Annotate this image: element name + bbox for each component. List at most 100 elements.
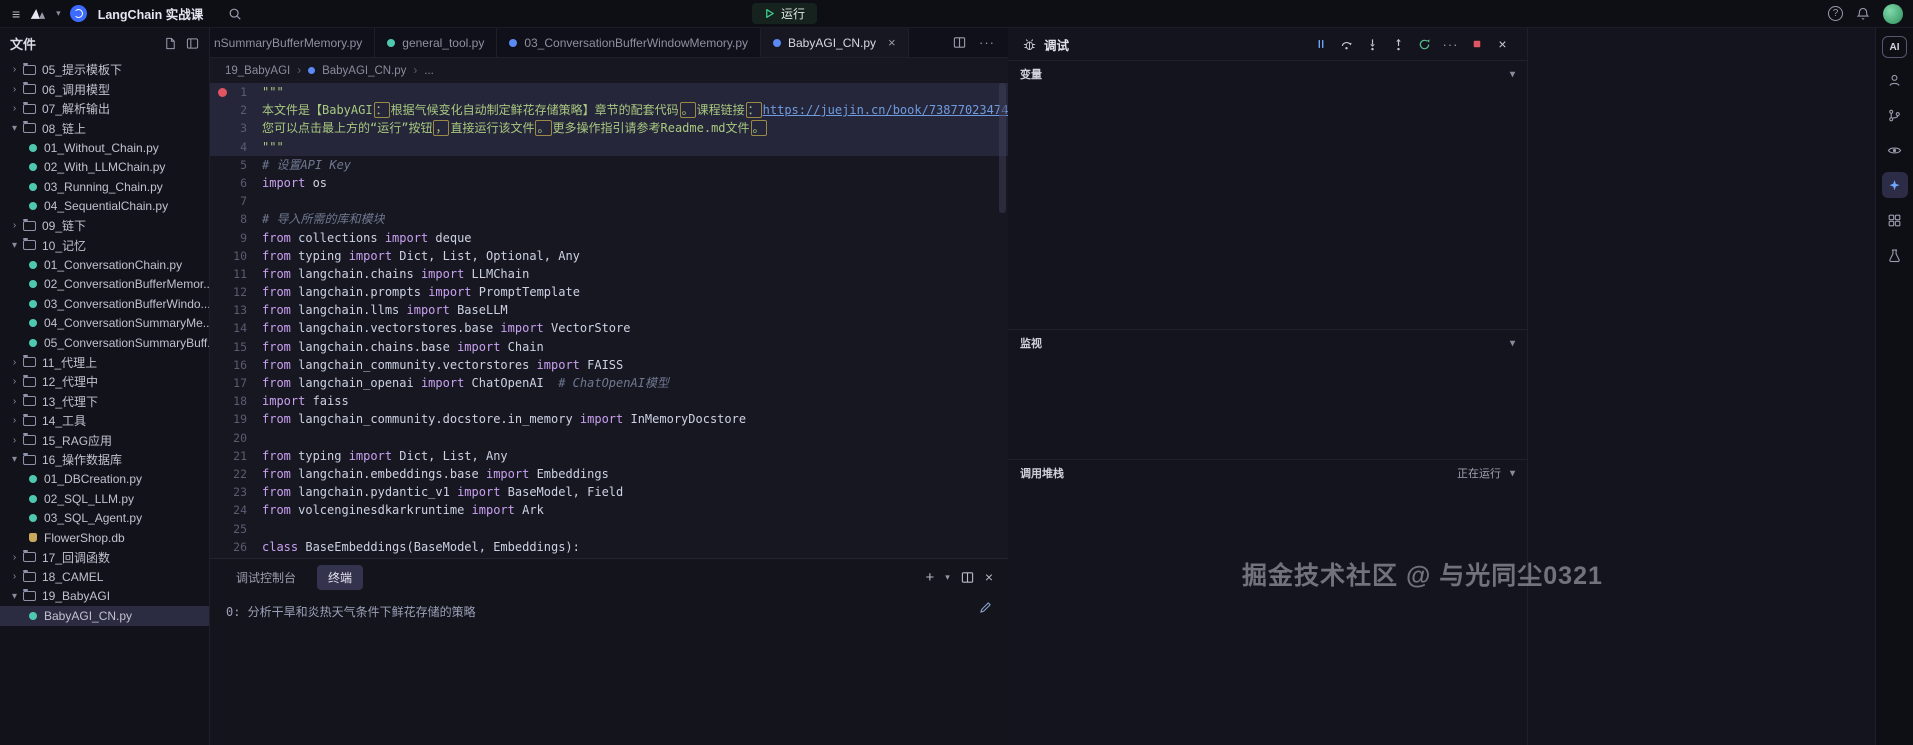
line-gutter[interactable]: 15 (210, 338, 262, 356)
more-actions-icon[interactable]: ··· (1440, 34, 1461, 55)
tree-folder-item[interactable]: ›14_工具 (0, 411, 209, 431)
tree-file-item[interactable]: 05_ConversationSummaryBuff... (0, 333, 209, 353)
editor-tab[interactable]: BabyAGI_CN.py× (761, 28, 909, 57)
terminal-dropdown-icon[interactable]: ▾ (945, 572, 950, 583)
tree-file-item[interactable]: FlowerShop.db (0, 528, 209, 548)
collapse-explorer-icon[interactable] (186, 37, 199, 50)
tree-file-item[interactable]: BabyAGI_CN.py (0, 606, 209, 626)
line-gutter[interactable]: 3 (210, 119, 262, 137)
tree-folder-item[interactable]: ›07_解析输出 (0, 99, 209, 119)
more-actions-icon[interactable]: ··· (979, 35, 995, 50)
line-gutter[interactable]: 16 (210, 356, 262, 374)
breakpoint-dot[interactable] (218, 88, 227, 97)
line-gutter[interactable]: 17 (210, 374, 262, 392)
account-icon[interactable] (1882, 67, 1908, 93)
tree-folder-item[interactable]: ›18_CAMEL (0, 567, 209, 587)
run-button[interactable]: 运行 (752, 3, 817, 24)
menu-icon[interactable]: ≡ (12, 6, 20, 22)
test-flask-icon[interactable] (1882, 242, 1908, 268)
code-line[interactable]: 6import os (210, 174, 1008, 192)
app-logo-icon[interactable] (29, 6, 47, 21)
avatar[interactable] (1883, 4, 1903, 24)
chevron-down-icon[interactable]: ▾ (56, 8, 61, 19)
tree-folder-item[interactable]: ›11_代理上 (0, 353, 209, 373)
line-gutter[interactable]: 7 (210, 192, 262, 210)
code-line[interactable]: 4""" (210, 138, 1008, 156)
breadcrumb-item[interactable]: ... (424, 65, 434, 77)
code-line[interactable]: 9from collections import deque (210, 229, 1008, 247)
tree-folder-item[interactable]: ▾16_操作数据库 (0, 450, 209, 470)
code-line[interactable]: 22from langchain.embeddings.base import … (210, 465, 1008, 483)
debug-section-call-stack[interactable]: 调用堆栈正在运行▾ (1008, 459, 1527, 486)
step-over-icon[interactable] (1336, 34, 1357, 55)
line-gutter[interactable]: 26 (210, 538, 262, 556)
tree-file-item[interactable]: 02_With_LLMChain.py (0, 158, 209, 178)
split-editor-icon[interactable] (953, 36, 966, 49)
panel-tab-terminal[interactable]: 终端 (317, 565, 363, 590)
line-gutter[interactable]: 13 (210, 301, 262, 319)
scrollbar-thumb[interactable] (999, 83, 1006, 213)
tree-folder-item[interactable]: ›15_RAG应用 (0, 431, 209, 451)
code-line[interactable]: 5# 设置API Key (210, 156, 1008, 174)
line-gutter[interactable]: 5 (210, 156, 262, 174)
code-line[interactable]: 7 (210, 192, 1008, 210)
tree-folder-item[interactable]: ›05_提示模板下 (0, 60, 209, 80)
code-line[interactable]: 13from langchain.llms import BaseLLM (210, 301, 1008, 319)
code-line[interactable]: 20 (210, 429, 1008, 447)
source-control-icon[interactable] (1882, 102, 1908, 128)
tree-file-item[interactable]: 03_SQL_Agent.py (0, 509, 209, 529)
code-line[interactable]: 23from langchain.pydantic_v1 import Base… (210, 483, 1008, 501)
line-gutter[interactable]: 12 (210, 283, 262, 301)
line-gutter[interactable]: 19 (210, 410, 262, 428)
editor-tab[interactable]: 03_ConversationBufferWindowMemory.py (497, 28, 761, 57)
tree-folder-item[interactable]: ›09_链下 (0, 216, 209, 236)
code-line[interactable]: 24from volcenginesdkarkruntime import Ar… (210, 501, 1008, 519)
close-tab-icon[interactable]: × (888, 35, 896, 50)
line-gutter[interactable]: 4 (210, 138, 262, 156)
code-line[interactable]: 16from langchain_community.vectorstores … (210, 356, 1008, 374)
workspace-name[interactable]: LangChain 实战课 (98, 4, 204, 23)
code-line[interactable]: 3您可以点击最上方的“运行”按钮，直接运行该文件。更多操作指引请参考Readme… (210, 119, 1008, 137)
tree-folder-item[interactable]: ›12_代理中 (0, 372, 209, 392)
code-line[interactable]: 11from langchain.chains import LLMChain (210, 265, 1008, 283)
line-gutter[interactable]: 11 (210, 265, 262, 283)
line-gutter[interactable]: 24 (210, 501, 262, 519)
line-gutter[interactable]: 18 (210, 392, 262, 410)
ai-badge[interactable]: AI (1882, 36, 1907, 58)
tree-file-item[interactable]: 01_DBCreation.py (0, 470, 209, 490)
eye-icon[interactable] (1882, 137, 1908, 163)
line-gutter[interactable]: 10 (210, 247, 262, 265)
stop-icon[interactable] (1466, 34, 1487, 55)
tree-folder-item[interactable]: ▾08_链上 (0, 119, 209, 139)
code-line[interactable]: 26class BaseEmbeddings(BaseModel, Embedd… (210, 538, 1008, 556)
code-line[interactable]: 8# 导入所需的库和模块 (210, 210, 1008, 228)
code-line[interactable]: 25 (210, 520, 1008, 538)
split-panel-icon[interactable] (961, 571, 974, 584)
tree-file-item[interactable]: 04_ConversationSummaryMe... (0, 314, 209, 334)
tree-file-item[interactable]: 02_ConversationBufferMemor... (0, 275, 209, 295)
line-gutter[interactable]: 20 (210, 429, 262, 447)
tree-file-item[interactable]: 01_Without_Chain.py (0, 138, 209, 158)
line-gutter[interactable]: 21 (210, 447, 262, 465)
help-icon[interactable]: ? (1828, 6, 1843, 21)
line-gutter[interactable]: 8 (210, 210, 262, 228)
extensions-icon[interactable] (1882, 207, 1908, 233)
debug-section-watch[interactable]: 监视▾ (1008, 329, 1527, 356)
tree-file-item[interactable]: 04_SequentialChain.py (0, 197, 209, 217)
breadcrumb-item[interactable]: BabyAGI_CN.py (322, 65, 406, 77)
step-into-icon[interactable] (1362, 34, 1383, 55)
edit-icon[interactable] (979, 601, 992, 614)
tree-folder-item[interactable]: ▾19_BabyAGI (0, 587, 209, 607)
tree-file-item[interactable]: 03_ConversationBufferWindo... (0, 294, 209, 314)
code-line[interactable]: 10from typing import Dict, List, Optiona… (210, 247, 1008, 265)
code-line[interactable]: 17from langchain_openai import ChatOpenA… (210, 374, 1008, 392)
tree-file-item[interactable]: 01_ConversationChain.py (0, 255, 209, 275)
debug-section-variables[interactable]: 变量▾ (1008, 60, 1527, 87)
tree-folder-item[interactable]: ›17_回调函数 (0, 548, 209, 568)
code-line[interactable]: 18import faiss (210, 392, 1008, 410)
tree-file-item[interactable]: 03_Running_Chain.py (0, 177, 209, 197)
line-gutter[interactable]: 23 (210, 483, 262, 501)
new-file-icon[interactable] (164, 37, 177, 50)
code-line[interactable]: 1""" (210, 83, 1008, 101)
search-icon[interactable] (228, 7, 242, 21)
